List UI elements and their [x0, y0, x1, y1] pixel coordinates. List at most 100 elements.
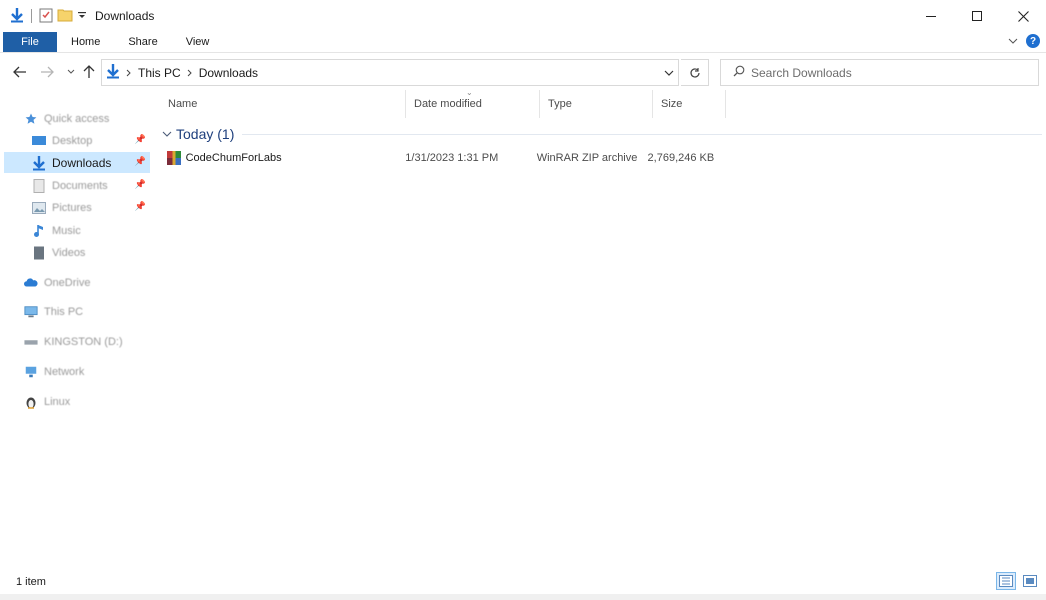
nav-kingston-drive[interactable]: KINGSTON (D:)	[4, 331, 150, 352]
window-controls	[908, 0, 1046, 32]
file-date-modified: 1/31/2023 1:31 PM	[405, 152, 499, 164]
music-note-icon	[32, 224, 46, 238]
arrow-right-icon	[41, 66, 54, 78]
status-bar: 1 item	[0, 570, 1046, 594]
close-button[interactable]	[1000, 0, 1046, 32]
column-type[interactable]: Type	[540, 90, 653, 118]
address-dropdown-button[interactable]	[664, 66, 674, 80]
forward-button[interactable]	[38, 63, 56, 81]
nav-this-pc[interactable]: This PC	[4, 301, 150, 322]
nav-downloads[interactable]: Downloads 📌	[4, 152, 150, 173]
file-list: Name ⌄ Date modified Type Size Today (1)…	[160, 88, 1046, 570]
download-arrow-icon	[10, 7, 24, 26]
desktop-icon	[32, 134, 46, 148]
column-date-label: Date modified	[414, 98, 482, 110]
pin-icon: 📌	[134, 179, 146, 189]
large-icons-view-icon	[1023, 575, 1037, 587]
maximize-button[interactable]	[954, 0, 1000, 32]
nav-quick-access[interactable]: Quick access	[4, 108, 150, 129]
nav-pictures[interactable]: Pictures 📌	[4, 197, 150, 218]
nav-item-label: Downloads	[52, 155, 112, 170]
nav-item-label: Quick access	[44, 112, 110, 125]
new-folder-icon[interactable]	[57, 7, 73, 26]
nav-item-label: Pictures	[52, 201, 92, 214]
file-size: 2,769,246 KB	[647, 152, 715, 164]
breadcrumb-separator-icon[interactable]	[126, 66, 132, 80]
table-row[interactable]: CodeChumForLabs 1/31/2023 1:31 PM WinRAR…	[166, 147, 726, 169]
cloud-icon	[24, 276, 38, 290]
nav-documents[interactable]: Documents 📌	[4, 175, 150, 196]
winrar-archive-icon	[166, 150, 186, 166]
navigation-pane: Quick access Desktop 📌 Downloads 📌 Docum…	[0, 95, 160, 570]
column-name[interactable]: Name	[160, 90, 406, 118]
refresh-button[interactable]	[681, 59, 709, 86]
back-button[interactable]	[11, 63, 29, 81]
large-icons-view-button[interactable]	[1020, 572, 1040, 590]
title-bar: Downloads	[0, 0, 1046, 32]
arrow-left-icon	[13, 66, 26, 78]
penguin-icon	[24, 395, 38, 409]
pin-icon: 📌	[134, 201, 146, 211]
nav-item-label: Music	[52, 224, 81, 237]
close-icon	[1017, 10, 1029, 22]
nav-item-label: Videos	[52, 246, 86, 259]
column-name-label: Name	[168, 98, 198, 110]
address-row: This PC Downloads	[0, 58, 1046, 86]
search-icon	[733, 65, 745, 80]
expand-ribbon-button[interactable]	[1008, 34, 1018, 48]
chevron-down-icon	[67, 69, 75, 74]
tab-share[interactable]: Share	[114, 32, 171, 52]
details-view-icon	[999, 575, 1013, 587]
pictures-icon	[32, 201, 46, 215]
minimize-icon	[926, 16, 936, 17]
up-button[interactable]	[80, 63, 98, 81]
nav-onedrive[interactable]: OneDrive	[4, 272, 150, 293]
nav-desktop[interactable]: Desktop 📌	[4, 130, 150, 151]
breadcrumb-separator-icon[interactable]	[187, 66, 193, 80]
nav-music[interactable]: Music	[4, 220, 150, 241]
maximize-icon	[972, 11, 982, 21]
minimize-button[interactable]	[908, 0, 954, 32]
ribbon-tabs: File Home Share View ?	[0, 32, 1046, 53]
nav-videos[interactable]: Videos	[4, 242, 150, 263]
pin-icon: 📌	[134, 134, 146, 144]
tab-view[interactable]: View	[172, 32, 224, 52]
ribbon-right-controls: ?	[1008, 34, 1040, 48]
search-box[interactable]	[720, 59, 1039, 86]
refresh-icon	[689, 67, 700, 78]
nav-network[interactable]: Network	[4, 361, 150, 382]
video-icon	[32, 246, 46, 260]
pin-icon: 📌	[134, 156, 146, 166]
nav-item-label: KINGSTON (D:)	[44, 335, 123, 348]
properties-icon[interactable]	[39, 7, 53, 26]
nav-linux[interactable]: Linux	[4, 391, 150, 412]
column-date-modified[interactable]: ⌄ Date modified	[406, 88, 540, 118]
help-icon[interactable]: ?	[1026, 34, 1040, 48]
toolbar-separator	[31, 9, 32, 23]
item-count: 1 item	[16, 576, 46, 588]
download-arrow-icon	[106, 63, 120, 82]
search-input[interactable]	[751, 65, 1031, 80]
quick-access-toolbar	[0, 7, 87, 26]
drive-icon	[24, 335, 38, 349]
nav-item-label: OneDrive	[44, 276, 91, 289]
document-icon	[32, 178, 46, 193]
column-header: Name ⌄ Date modified Type Size	[160, 88, 1046, 118]
address-bar[interactable]: This PC Downloads	[101, 59, 679, 86]
breadcrumb-downloads[interactable]: Downloads	[199, 66, 258, 80]
recent-locations-button[interactable]	[62, 63, 80, 81]
group-header-today[interactable]: Today (1)	[160, 124, 1046, 144]
tab-home[interactable]: Home	[57, 32, 114, 52]
customize-toolbar-icon[interactable]	[77, 9, 87, 23]
column-size[interactable]: Size	[653, 90, 726, 118]
tab-file[interactable]: File	[3, 32, 57, 52]
nav-item-label: Desktop	[52, 134, 93, 147]
window-title: Downloads	[95, 9, 155, 23]
arrow-up-icon	[83, 65, 95, 78]
chevron-down-icon	[664, 70, 674, 76]
star-icon	[24, 112, 38, 126]
breadcrumb-this-pc[interactable]: This PC	[138, 66, 181, 80]
details-view-button[interactable]	[996, 572, 1016, 590]
column-size-label: Size	[661, 98, 683, 110]
group-divider	[242, 133, 1042, 135]
